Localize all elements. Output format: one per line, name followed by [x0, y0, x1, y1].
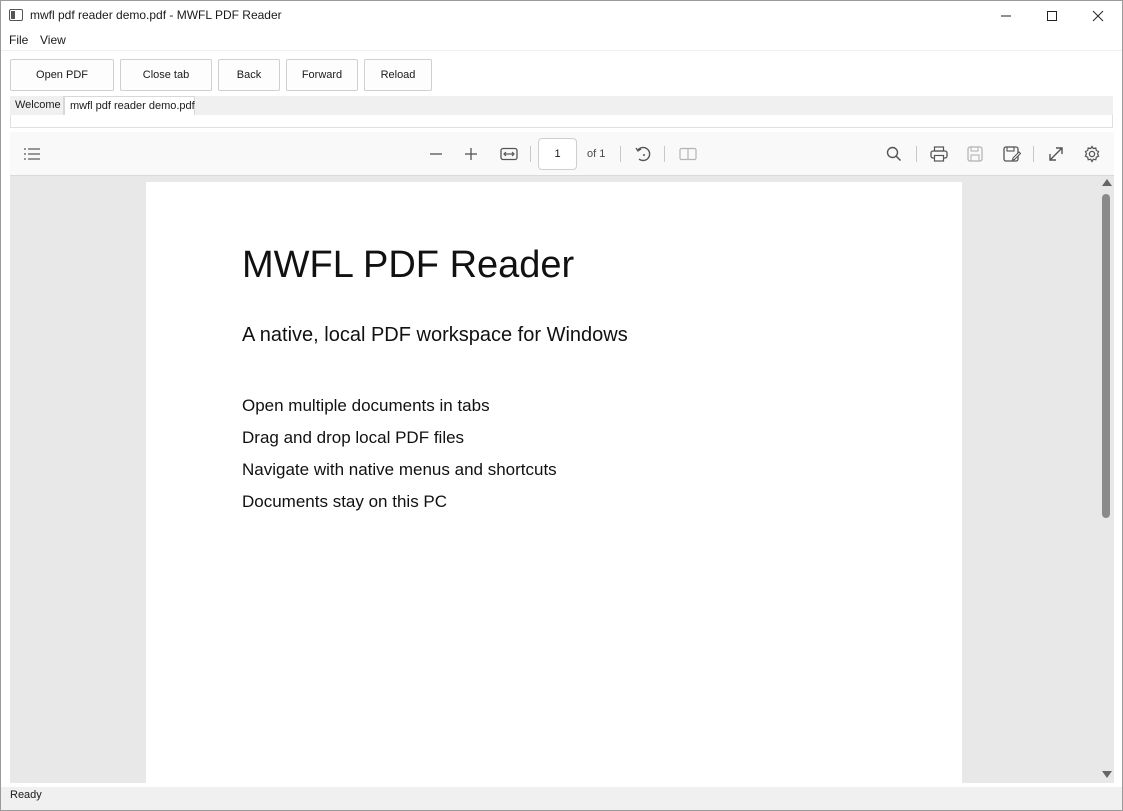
reload-button[interactable]: Reload [364, 59, 432, 91]
close-icon [1092, 10, 1104, 21]
save-as-icon[interactable] [1001, 143, 1023, 165]
fit-width-icon[interactable] [498, 143, 520, 165]
forward-button[interactable]: Forward [286, 59, 358, 91]
maximize-button[interactable] [1029, 1, 1075, 30]
save-icon[interactable] [964, 143, 986, 165]
document-line: Navigate with native menus and shortcuts [242, 460, 557, 479]
window-title: mwfl pdf reader demo.pdf - MWFL PDF Read… [30, 8, 282, 22]
tab-panel-border [10, 115, 1113, 128]
menu-file[interactable]: File [9, 33, 28, 47]
document-subtitle: A native, local PDF workspace for Window… [242, 324, 628, 346]
document-line: Documents stay on this PC [242, 492, 448, 511]
toolbar-separator [916, 146, 917, 162]
scroll-down-arrow-icon[interactable] [1102, 771, 1112, 778]
page-number-input[interactable] [538, 138, 577, 170]
print-icon[interactable] [928, 143, 950, 165]
tab-document[interactable]: mwfl pdf reader demo.pdf [64, 96, 195, 115]
close-window-button[interactable] [1075, 1, 1121, 30]
settings-icon[interactable] [1081, 143, 1103, 165]
zoom-in-icon[interactable] [460, 143, 482, 165]
status-bar: Ready [1, 787, 1122, 810]
minimize-icon [1001, 15, 1011, 16]
toolbar-separator [620, 146, 621, 162]
close-tab-button[interactable]: Close tab [120, 59, 212, 91]
minimize-button[interactable] [983, 1, 1029, 30]
document-line: Open multiple documents in tabs [242, 396, 490, 415]
main-toolbar: Open PDF Close tab Back Forward Reload [1, 50, 1122, 96]
zoom-out-icon[interactable] [425, 143, 447, 165]
toolbar-separator [1033, 146, 1034, 162]
vertical-scrollbar[interactable] [1098, 176, 1114, 783]
pdf-page: MWFL PDF Reader A native, local PDF work… [146, 182, 962, 783]
menu-view[interactable]: View [40, 33, 66, 47]
two-page-icon[interactable] [677, 143, 699, 165]
rotate-icon[interactable] [632, 143, 654, 165]
fullscreen-icon[interactable] [1045, 143, 1067, 165]
page-total-label: of 1 [587, 148, 606, 160]
scrollbar-thumb[interactable] [1102, 194, 1110, 518]
tab-welcome[interactable]: Welcome [10, 96, 64, 115]
scroll-up-arrow-icon[interactable] [1102, 179, 1112, 186]
viewer-toolbar: of 1 [10, 132, 1114, 176]
open-pdf-button[interactable]: Open PDF [10, 59, 114, 91]
menu-bar: File View [1, 30, 1122, 50]
pdf-document-area[interactable]: MWFL PDF Reader A native, local PDF work… [10, 176, 1098, 783]
toolbar-separator [664, 146, 665, 162]
document-title: MWFL PDF Reader [242, 244, 575, 286]
app-icon [9, 9, 23, 21]
pdf-viewer: of 1 [10, 132, 1114, 783]
document-line: Drag and drop local PDF files [242, 428, 465, 447]
title-bar: mwfl pdf reader demo.pdf - MWFL PDF Read… [1, 1, 1122, 30]
status-text: Ready [10, 789, 42, 801]
maximize-icon [1047, 10, 1057, 21]
sidebar-toggle-icon[interactable] [21, 143, 43, 165]
app-window: mwfl pdf reader demo.pdf - MWFL PDF Read… [0, 0, 1123, 811]
tab-strip: Welcome mwfl pdf reader demo.pdf [10, 96, 1113, 115]
toolbar-separator [530, 146, 531, 162]
search-icon[interactable] [883, 143, 905, 165]
back-button[interactable]: Back [218, 59, 280, 91]
